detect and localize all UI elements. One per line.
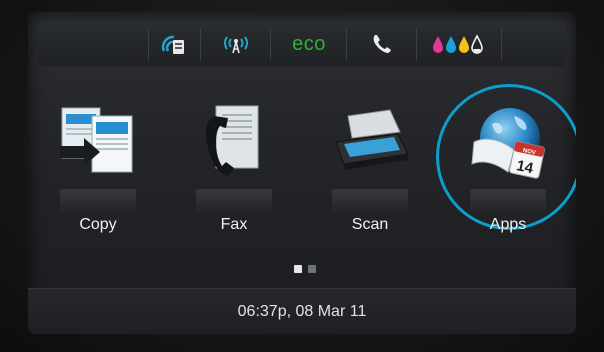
scan-label: Scan (351, 216, 389, 233)
eco-status[interactable]: eco (270, 28, 347, 60)
wireless-direct-status[interactable] (148, 28, 201, 60)
eco-icon: eco (292, 32, 326, 55)
phone-icon (373, 35, 391, 53)
fax-phone-status[interactable] (346, 28, 417, 60)
ink-levels-icon (433, 34, 483, 54)
scan-tile[interactable]: Scan (310, 94, 430, 244)
wireless-signal-status[interactable] (200, 28, 271, 60)
page-indicator (294, 265, 324, 273)
status-bar: eco (38, 22, 566, 66)
apps-tile[interactable]: NOV 14 Apps (448, 94, 568, 244)
apps-icon: NOV 14 (468, 102, 548, 186)
ink-levels-status[interactable] (416, 28, 502, 60)
wireless-direct-icon (161, 35, 184, 54)
touch-screen: eco Copy Fax Scan NOV 14 Apps 06:37p, 08… (28, 12, 576, 334)
apps-reflection (470, 189, 546, 215)
device-bezel: eco Copy Fax Scan NOV 14 Apps 06:37p, 08… (0, 0, 604, 352)
page-dot-2[interactable] (308, 265, 316, 273)
wireless-signal-icon (224, 36, 248, 54)
copy-reflection (60, 189, 136, 215)
scan-icon (330, 102, 410, 186)
fax-icon (194, 102, 274, 186)
date-time-display: 06:37p, 08 Mar 11 (237, 303, 367, 320)
fax-label: Fax (220, 216, 248, 233)
fax-reflection (196, 189, 272, 215)
apps-label: Apps (489, 216, 527, 233)
scan-reflection (332, 189, 408, 215)
fax-tile[interactable]: Fax (174, 94, 294, 244)
page-dot-1[interactable] (294, 265, 302, 273)
copy-icon (58, 102, 138, 186)
copy-tile[interactable]: Copy (38, 94, 158, 244)
footer-bar: 06:37p, 08 Mar 11 (28, 288, 576, 334)
copy-label: Copy (79, 216, 117, 233)
